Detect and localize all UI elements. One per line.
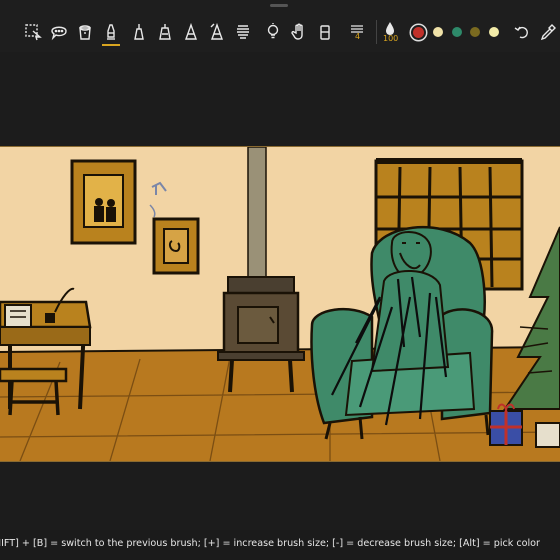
pencil-icon[interactable] [180,20,202,44]
brush-size-value: 100 [383,34,399,43]
marker-icon[interactable] [100,20,122,46]
ink-pen-icon[interactable] [154,20,176,44]
bucket-icon[interactable] [74,20,96,44]
layer-count: 4 [355,32,361,41]
living-room-drawing [0,147,560,461]
color-swatch-green[interactable] [452,27,462,37]
color-swatch-cream[interactable] [433,27,443,37]
shortcut-hint-bar: tch to next brush; [SHIFT] + [B] = switc… [0,530,560,560]
lasso-select-icon[interactable] [22,20,44,44]
color-swatch-light-yellow[interactable] [489,27,499,37]
current-color-swatch[interactable] [413,27,424,38]
toolbar: 4 100 [0,0,560,52]
speech-bubble-icon[interactable] [48,20,70,44]
canvas-area[interactable] [0,52,560,530]
pen-nib-icon[interactable] [128,20,150,44]
shortcut-hint-text: tch to next brush; [SHIFT] + [B] = switc… [0,538,540,549]
drag-handle[interactable] [270,4,288,7]
undo-icon[interactable] [511,20,533,44]
toolbar-divider [376,20,377,44]
calligraphy-icon[interactable] [206,20,228,44]
smudge-icon[interactable] [232,20,254,44]
eyedropper-icon[interactable] [537,20,559,44]
hand-icon[interactable] [288,20,310,44]
eraser-icon[interactable] [314,20,336,44]
color-swatch-olive[interactable] [470,27,480,37]
drawing-canvas[interactable] [0,146,560,462]
lightbulb-icon[interactable] [262,20,284,44]
